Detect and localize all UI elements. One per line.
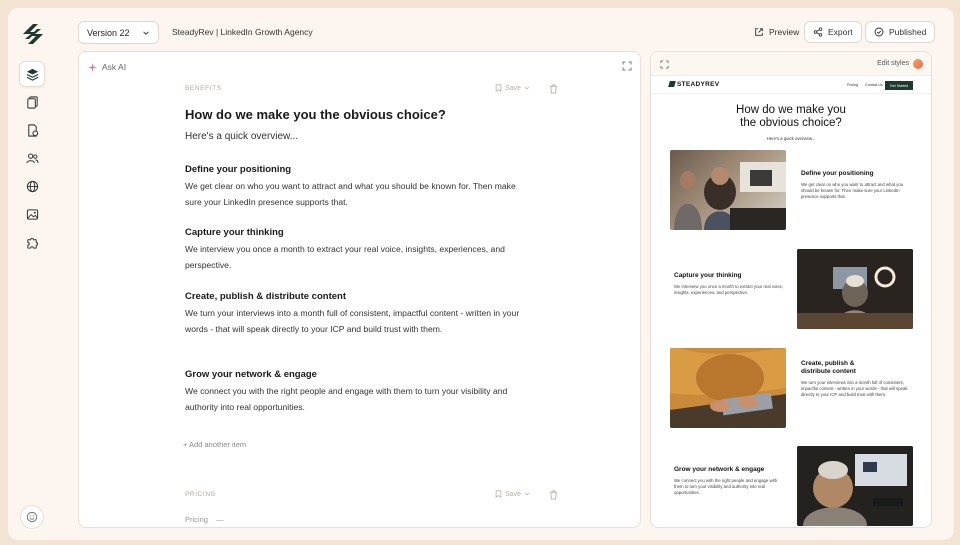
podcast-setup-image [797, 249, 913, 329]
people-at-desk-image [674, 162, 786, 230]
preview-image [797, 249, 913, 329]
version-label: Version 22 [87, 27, 130, 38]
preview-button[interactable]: Preview [746, 21, 807, 43]
pricing-field[interactable]: Pricing — [185, 515, 224, 524]
pages-icon[interactable] [19, 89, 45, 115]
users-icon[interactable] [19, 145, 45, 171]
section-label: BENEFITS [185, 85, 222, 92]
item-body[interactable]: We turn your interviews into a month ful… [185, 306, 530, 337]
bookmark-icon [495, 84, 502, 92]
preview-item-heading: Define your positioning [801, 170, 874, 177]
typing-laptop-image [670, 348, 786, 428]
export-label: Export [828, 27, 853, 37]
site-nav-link[interactable]: Pricing [847, 83, 858, 87]
bookmark-icon [495, 490, 502, 498]
preview-image [670, 348, 786, 428]
app-window: Version 22 SteadyRev | LinkedIn Growth A… [8, 8, 954, 540]
brand-logo-icon[interactable] [19, 21, 47, 47]
item-heading[interactable]: Capture your thinking [185, 227, 284, 238]
ask-ai-button[interactable]: Ask AI [88, 62, 126, 72]
section-title[interactable]: How do we make you the obvious choice? [185, 107, 446, 122]
trash-icon[interactable] [549, 490, 558, 500]
save-label: Save [505, 84, 521, 92]
published-label: Published [889, 27, 927, 37]
layers-icon[interactable] [19, 61, 45, 87]
save-button[interactable]: Save [495, 84, 530, 92]
style-swatch-icon[interactable] [913, 59, 923, 69]
site-cta-button[interactable]: Get Started [885, 81, 913, 90]
chevron-down-icon [524, 86, 530, 90]
item-heading[interactable]: Grow your network & engage [185, 369, 317, 380]
save-button[interactable]: Save [495, 490, 530, 498]
globe-icon[interactable] [19, 173, 45, 199]
preview-item-heading: Create, publish & distribute content [801, 360, 856, 375]
expand-icon[interactable] [622, 61, 632, 71]
site-logo: STEADYREV [668, 81, 720, 88]
section-label-pricing: PRICING [185, 491, 217, 498]
section-subtitle[interactable]: Here's a quick overview... [185, 131, 298, 142]
preview-item-heading: Grow your network & engage [674, 466, 765, 473]
preview-header: Edit styles [651, 52, 931, 76]
preview-item-body: We connect you with the right people and… [674, 478, 778, 495]
assets-icon[interactable] [19, 117, 45, 143]
ask-ai-label: Ask AI [102, 62, 127, 72]
document-title: SteadyRev | LinkedIn Growth Agency [172, 27, 313, 37]
puzzle-icon[interactable] [19, 229, 45, 255]
save-label: Save [505, 490, 521, 498]
published-button[interactable]: Published [865, 21, 936, 43]
preview-panel: Edit styles STEADYREV Pricing Contact Us… [650, 51, 932, 528]
item-body[interactable]: We connect you with the right people and… [185, 384, 530, 415]
preview-item-body: We get clear on who you want to attract … [801, 182, 904, 199]
site-logo-text: STEADYREV [677, 81, 720, 88]
preview-title-line: How do we make you [736, 104, 846, 116]
smiley-icon [26, 511, 38, 523]
add-item-button[interactable]: + Add another item [183, 440, 246, 449]
man-at-computer-image [797, 446, 913, 526]
preview-image [670, 150, 786, 230]
image-icon[interactable] [19, 201, 45, 227]
export-button[interactable]: Export [804, 21, 862, 43]
expand-icon[interactable] [660, 60, 669, 69]
chevron-down-icon [524, 492, 530, 496]
sidebar [8, 8, 58, 540]
pricing-field-value: — [216, 515, 224, 524]
sparkle-icon [88, 62, 97, 72]
pricing-field-label: Pricing [185, 515, 208, 524]
preview-item-heading: Capture your thinking [674, 272, 742, 279]
external-link-icon [755, 28, 763, 36]
share-icon [813, 27, 823, 37]
avatar[interactable] [20, 505, 44, 529]
preview-label: Preview [769, 27, 800, 37]
check-circle-icon [874, 27, 884, 37]
preview-image [797, 446, 913, 526]
site-nav: STEADYREV Pricing Contact Us Get Started [651, 76, 931, 94]
top-bar: Version 22 SteadyRev | LinkedIn Growth A… [58, 8, 954, 52]
item-body[interactable]: We interview you once a month to extract… [185, 242, 530, 273]
version-select[interactable]: Version 22 [78, 21, 159, 44]
preview-item-body: We interview you once a month to extract… [674, 284, 784, 295]
site-nav-link[interactable]: Contact Us [865, 83, 883, 87]
preview-title: How do we make you the obvious choice? [651, 104, 931, 130]
preview-subtitle: Here's a quick overview... [766, 136, 816, 141]
item-heading[interactable]: Define your positioning [185, 164, 291, 175]
editor-panel: Ask AI BENEFITS Save How do we make you … [78, 51, 641, 528]
edit-styles-button[interactable]: Edit styles [877, 60, 909, 67]
site-logo-mark-icon [668, 81, 676, 88]
chevron-down-icon [143, 30, 149, 35]
item-body[interactable]: We get clear on who you want to attract … [185, 179, 530, 210]
preview-item-body: We turn your interviews into a month ful… [801, 380, 908, 397]
item-heading[interactable]: Create, publish & distribute content [185, 291, 346, 302]
preview-title-line: the obvious choice? [740, 117, 842, 129]
trash-icon[interactable] [549, 84, 558, 94]
